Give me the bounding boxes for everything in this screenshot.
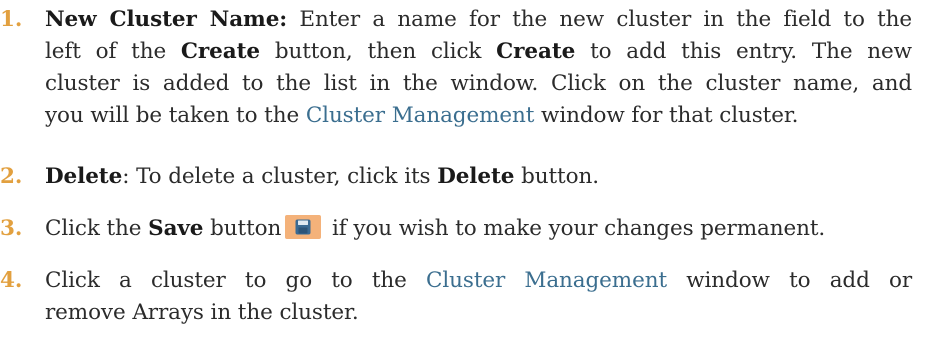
item-body: New Cluster Name: Enter a name for the n…: [45, 4, 912, 132]
item-line: cluster is added to the list in the wind…: [45, 71, 912, 96]
item-line: you will be taken to the Cluster Managem…: [45, 103, 799, 128]
item-line: New Cluster Name: Enter a name for the n…: [45, 7, 912, 32]
item-body: Delete: To delete a cluster, click its D…: [45, 161, 912, 193]
item-number: 3.: [0, 216, 23, 241]
term-delete: Delete: [45, 164, 123, 189]
item-body: Click the Save button if you wish to mak…: [45, 213, 912, 245]
instruction-list: 1. New Cluster Name: Enter a name for th…: [0, 0, 926, 350]
item-number: 4.: [0, 268, 23, 293]
term-delete-button: Delete: [437, 164, 515, 189]
term-create: Create: [496, 39, 576, 64]
item-line: left of the Create button, then click Cr…: [45, 39, 912, 64]
term-save: Save: [148, 216, 204, 241]
term-create: Create: [180, 39, 260, 64]
item-body: Click a cluster to go to the Cluster Man…: [45, 265, 912, 329]
item-number: 2.: [0, 164, 23, 189]
cluster-management-link[interactable]: Cluster Management: [306, 103, 535, 128]
floppy-disk-icon: [295, 219, 311, 235]
item-number: 1.: [0, 7, 23, 32]
item-line: remove Arrays in the cluster.: [45, 300, 359, 325]
term-new-cluster-name: New Cluster Name:: [45, 7, 288, 32]
item-line: Click a cluster to go to the Cluster Man…: [45, 268, 913, 293]
save-icon[interactable]: [285, 215, 322, 239]
item-line: Click the Save button if you wish to mak…: [45, 215, 826, 241]
cluster-management-link[interactable]: Cluster Management: [426, 268, 667, 293]
item-line: Delete: To delete a cluster, click its D…: [45, 164, 599, 189]
